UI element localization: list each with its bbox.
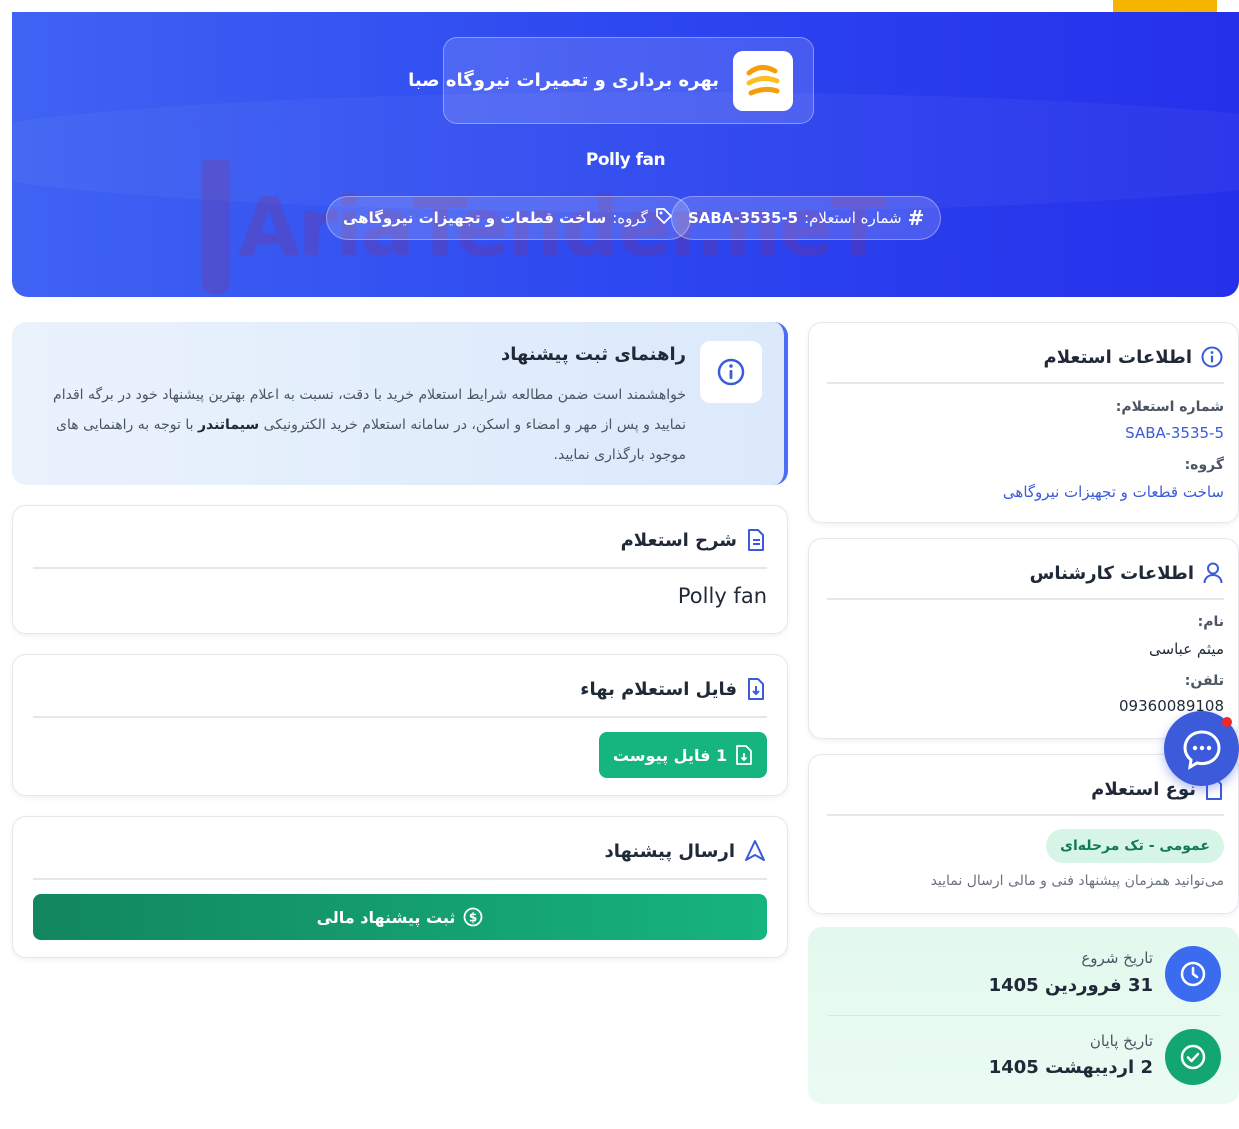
check-circle-icon bbox=[1180, 1044, 1206, 1070]
attachment-button[interactable]: 1 فایل پیوست bbox=[599, 732, 767, 778]
inquiry-number-label: شماره استعلام: bbox=[1115, 399, 1224, 415]
company-card[interactable]: بهره برداری و تعمیرات نیروگاه صبا bbox=[408, 37, 814, 124]
inquiry-type-badge: عمومی - تک مرحله‌ای bbox=[1046, 829, 1224, 863]
divider bbox=[33, 567, 767, 569]
start-date-value: 31 فروردین 1405 bbox=[988, 975, 1153, 996]
guide-title: راهنمای ثبت پیشنهاد bbox=[500, 344, 686, 365]
document-icon bbox=[748, 529, 764, 551]
dates-card: تاریخ شروع 31 فروردین 1405 تاریخ پایان 2… bbox=[808, 927, 1239, 1104]
watermark-shield-icon bbox=[202, 159, 230, 295]
guide-text-brand: سیماتندر bbox=[197, 417, 260, 433]
divider bbox=[33, 878, 767, 880]
page-title: Polly fan bbox=[585, 150, 666, 170]
file-download-icon bbox=[748, 678, 764, 700]
hero-banner: AriaTender.neT بهره برداری و تعمیرات نیر… bbox=[12, 12, 1239, 297]
divider bbox=[827, 814, 1224, 816]
file-card: فایل استعلام بهاء 1 فایل پیوست bbox=[12, 654, 788, 796]
attachment-button-label: 1 فایل پیوست bbox=[612, 745, 728, 765]
submit-card-header: ارسال پیشنهاد bbox=[604, 839, 767, 863]
expert-name-value: میثم عباسی bbox=[1149, 640, 1224, 658]
end-date-label: تاریخ پایان bbox=[1089, 1032, 1153, 1050]
inquiry-number-pill: # شماره استعلام: SABA-3535-5 bbox=[671, 196, 942, 240]
inquiry-info-header: اطلاعات استعلام bbox=[1044, 345, 1224, 369]
expert-info-header: اطلاعات کارشناس bbox=[1030, 561, 1224, 585]
chat-notification-dot bbox=[1222, 717, 1232, 727]
company-logo bbox=[733, 50, 793, 111]
submit-card-title: ارسال پیشنهاد bbox=[604, 840, 735, 862]
group-value: ساخت قطعات و تجهیزات نیروگاهی bbox=[343, 209, 607, 227]
inquiry-number-value: SABA-3535-5 bbox=[688, 209, 799, 227]
clock-icon bbox=[1180, 961, 1206, 987]
description-card-title: شرح استعلام bbox=[620, 529, 737, 551]
divider bbox=[828, 1015, 1221, 1016]
user-icon bbox=[1203, 562, 1223, 584]
expert-phone-label: تلفن: bbox=[1184, 673, 1224, 689]
file-download-icon bbox=[736, 745, 753, 765]
file-card-header: فایل استعلام بهاء bbox=[580, 677, 767, 701]
check-icon-circle bbox=[1165, 1029, 1221, 1085]
file-card-title: فایل استعلام بهاء bbox=[580, 678, 737, 700]
company-logo-icon bbox=[746, 64, 780, 95]
tag-icon bbox=[654, 206, 674, 230]
inquiry-type-card: نوع استعلام عمومی - تک مرحله‌ای می‌توانی… bbox=[808, 754, 1239, 914]
send-icon bbox=[745, 840, 765, 861]
submit-card: ارسال پیشنهاد $ ثبت پیشنهاد مالی bbox=[12, 816, 788, 958]
inquiry-info-title: اطلاعات استعلام bbox=[1043, 346, 1192, 368]
info-icon-box bbox=[700, 341, 762, 403]
info-icon bbox=[1201, 346, 1223, 368]
submit-financial-offer-label: ثبت پیشنهاد مالی bbox=[316, 907, 456, 927]
inquiry-info-card: اطلاعات استعلام شماره استعلام: SABA-3535… bbox=[808, 322, 1239, 523]
divider bbox=[827, 598, 1224, 600]
dollar-icon: $ bbox=[464, 907, 483, 927]
description-card-header: شرح استعلام bbox=[621, 528, 767, 552]
chat-bubble-icon bbox=[1182, 729, 1221, 770]
group-label: گروه: bbox=[1184, 457, 1224, 473]
inquiry-type-title: نوع استعلام bbox=[1091, 778, 1196, 800]
group-pill: گروه: ساخت قطعات و تجهیزات نیروگاهی bbox=[326, 196, 691, 240]
guide-text: خواهشمند است ضمن مطالعه شرایط استعلام خر… bbox=[36, 380, 686, 470]
inquiry-number-label: شماره استعلام: bbox=[804, 209, 902, 227]
inquiry-type-note: می‌توانید همزمان پیشنهاد فنی و مالی ارسا… bbox=[930, 873, 1224, 889]
clock-icon-circle bbox=[1165, 946, 1221, 1002]
submission-guide: راهنمای ثبت پیشنهاد خواهشمند است ضمن مطا… bbox=[12, 322, 788, 485]
description-card: شرح استعلام Polly fan bbox=[12, 505, 788, 634]
divider bbox=[33, 716, 767, 718]
submit-financial-offer-button[interactable]: $ ثبت پیشنهاد مالی bbox=[33, 894, 767, 940]
top-accent-tab bbox=[1113, 0, 1217, 12]
start-date-label: تاریخ شروع bbox=[1081, 949, 1153, 967]
expert-info-card: اطلاعات کارشناس نام: میثم عباسی تلفن: 09… bbox=[808, 538, 1239, 739]
company-name: بهره برداری و تعمیرات نیروگاه صبا bbox=[408, 70, 719, 91]
hash-icon: # bbox=[907, 206, 925, 230]
description-content: Polly fan bbox=[677, 584, 767, 608]
group-label: گروه: bbox=[612, 209, 648, 227]
svg-text:$: $ bbox=[469, 911, 477, 925]
divider bbox=[827, 382, 1224, 384]
group-link[interactable]: ساخت قطعات و تجهیزات نیروگاهی bbox=[1003, 483, 1224, 501]
expert-info-title: اطلاعات کارشناس bbox=[1029, 562, 1194, 584]
info-icon bbox=[717, 358, 745, 386]
end-date-value: 2 اردیبهشت 1405 bbox=[988, 1057, 1153, 1078]
inquiry-number-link[interactable]: SABA-3535-5 bbox=[1125, 424, 1224, 442]
expert-name-label: نام: bbox=[1197, 614, 1224, 630]
